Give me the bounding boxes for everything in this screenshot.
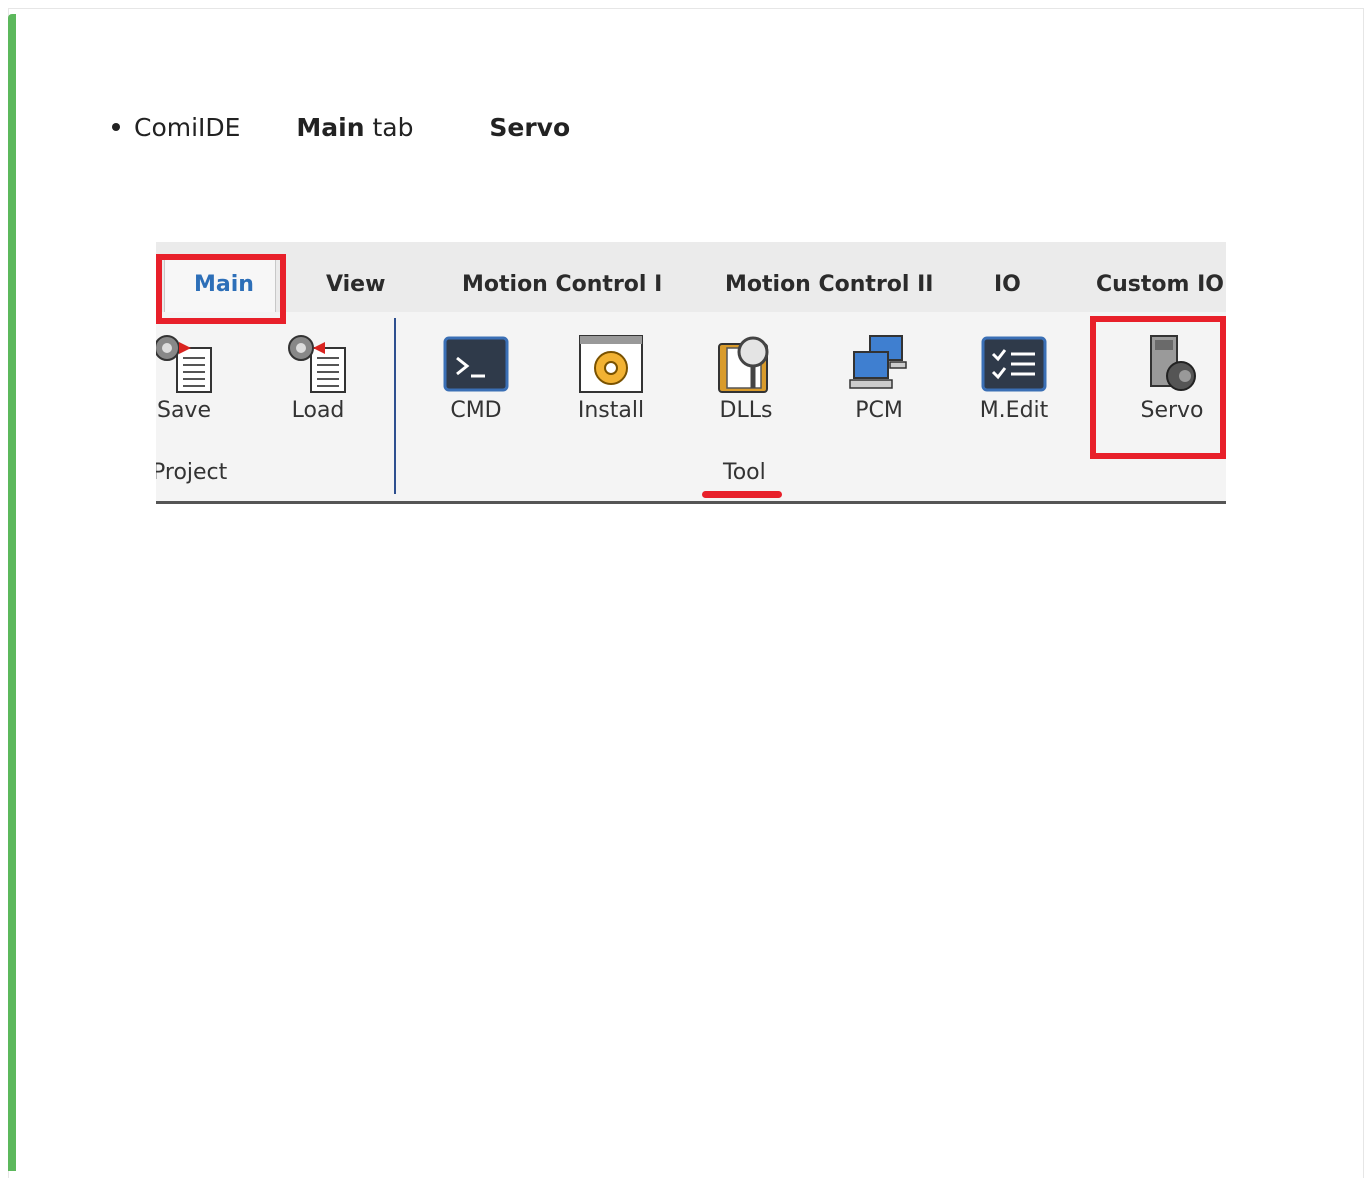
dll-book-magnifier-icon [718,336,769,393]
bullet-icon [112,123,120,131]
checklist-icon [981,336,1047,392]
tab-name: Main [296,113,365,142]
load-gear-document-icon [288,335,346,393]
servo-highlight-box [1090,316,1226,459]
tab-motion-control-2[interactable]: Motion Control II [725,272,933,297]
tab-view[interactable]: View [326,272,385,297]
note-accent-bar [8,14,16,1171]
app-name: ComiIDE [134,113,241,142]
ribbon-bottom-border [156,501,1226,504]
pcm-button[interactable]: PCM [829,312,929,430]
dlls-label: DLLs [719,398,773,423]
button-name: Servo [489,113,571,142]
m-edit-label: M.Edit [979,398,1049,423]
tab-motion-control-1[interactable]: Motion Control I [462,272,662,297]
tool-group-label: Tool [723,460,766,485]
terminal-icon [443,336,509,392]
m-edit-button[interactable]: M.Edit [964,312,1064,430]
project-group-label: Project [156,460,228,485]
save-button[interactable]: Save [156,312,234,430]
install-gear-window-icon [579,335,643,393]
main-tab-highlight-box [156,254,286,324]
instruction-line: ComiIDE Main tab Servo [112,110,570,146]
group-separator [394,318,396,494]
tab-custom-io[interactable]: Custom IO [1096,272,1224,297]
pcm-label: PCM [855,398,903,423]
save-label: Save [156,398,211,423]
cmd-label: CMD [450,398,502,423]
install-label: Install [577,398,645,423]
cmd-button[interactable]: CMD [426,312,526,430]
load-label: Load [291,398,345,423]
tool-group-underline [702,491,782,498]
install-button[interactable]: Install [561,312,661,430]
ribbon-screenshot: Main View Motion Control I Motion Contro… [156,242,1226,504]
page-frame [8,8,1364,1178]
network-computers-icon [849,335,907,389]
dlls-button[interactable]: DLLs [696,312,796,430]
load-button[interactable]: Load [268,312,368,430]
tab-io[interactable]: IO [994,272,1021,297]
save-gear-document-icon [156,335,212,393]
ribbon-tabbar: Main View Motion Control I Motion Contro… [156,242,1226,319]
tab-word: tab [372,113,414,142]
